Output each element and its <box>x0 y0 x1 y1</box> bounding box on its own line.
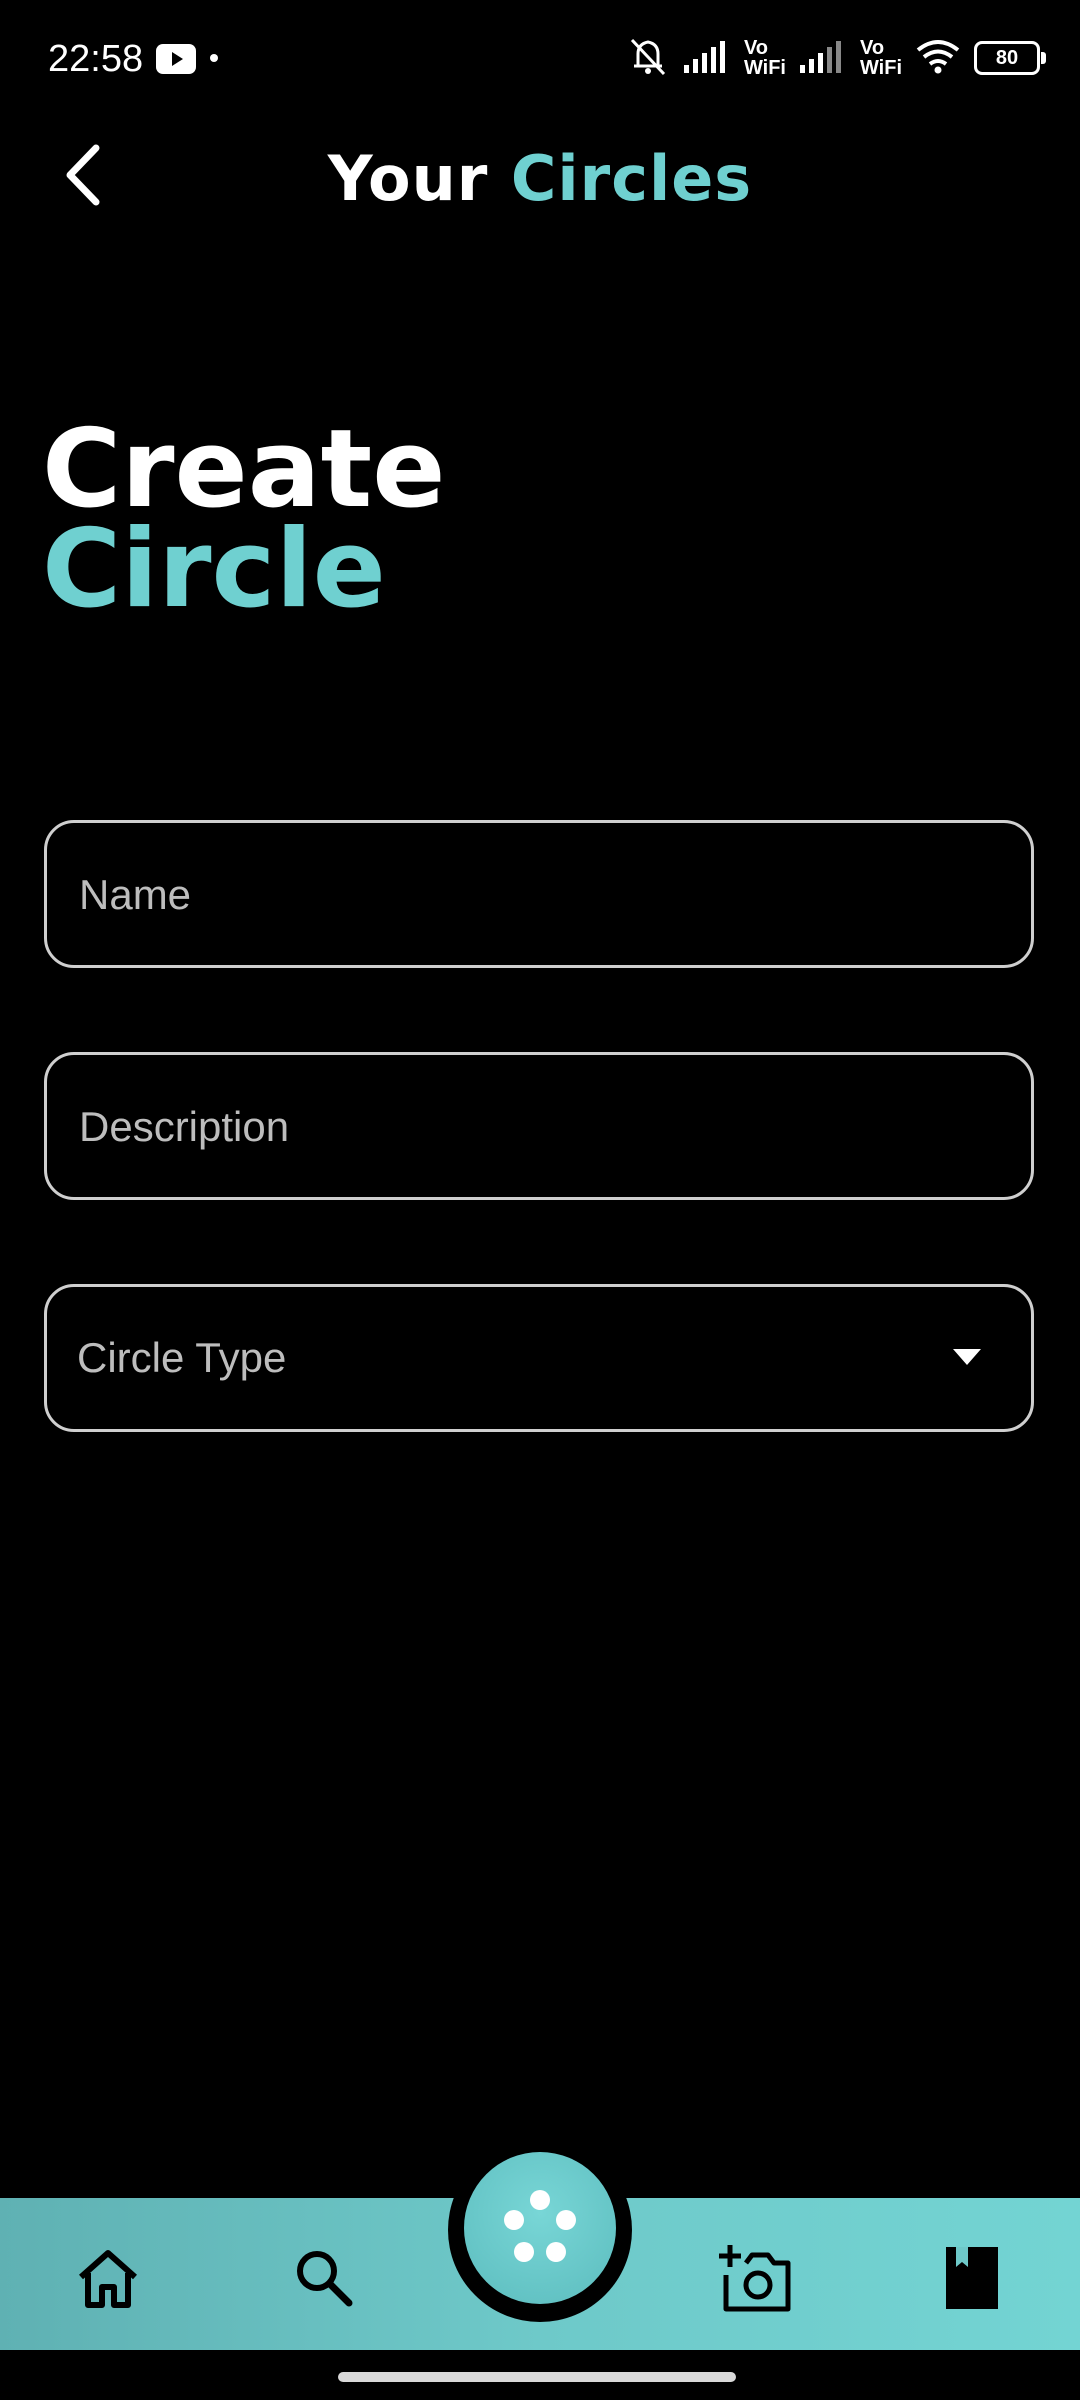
battery-indicator: 80 <box>974 41 1046 75</box>
description-input[interactable] <box>77 1055 981 1199</box>
circles-fab-button[interactable] <box>464 2152 616 2304</box>
signal-icon-2 <box>798 39 848 78</box>
page-title: Your Circles <box>0 142 1080 215</box>
nav-home[interactable] <box>68 2238 148 2318</box>
vowifi-label-2: Vo WiFi <box>859 37 902 79</box>
caret-down-icon <box>951 1347 983 1372</box>
notification-dot <box>210 54 218 62</box>
name-field[interactable] <box>44 820 1034 968</box>
signal-icon-1 <box>682 39 732 78</box>
page-title-part2: Circles <box>510 142 753 215</box>
nav-bookmarks[interactable] <box>932 2238 1012 2318</box>
bookmark-icon <box>946 2247 998 2309</box>
wifi-icon <box>914 38 962 79</box>
add-photo-icon <box>719 2245 791 2312</box>
status-time: 22:58 <box>48 38 144 80</box>
circle-type-label: Circle Type <box>77 1334 287 1381</box>
status-bar: 22:58 Vo WiFi Vo WiFi 80 <box>0 0 1080 120</box>
home-icon <box>79 2250 137 2308</box>
circles-icon <box>504 2190 576 2262</box>
create-circle-heading: Create Circle <box>42 407 446 632</box>
mute-icon <box>626 36 670 81</box>
description-field[interactable] <box>44 1052 1034 1200</box>
vowifi-label-1: Vo WiFi <box>743 37 786 79</box>
circle-type-select[interactable]: Circle Type <box>44 1284 1034 1432</box>
search-icon <box>297 2251 353 2307</box>
status-icons: Vo WiFi Vo WiFi 80 <box>626 34 1046 82</box>
heading-line1: Create <box>42 407 446 532</box>
nav-add-photo[interactable] <box>716 2238 796 2318</box>
heading-line2: Circle <box>42 507 386 632</box>
screen: 22:58 Vo WiFi Vo WiFi 80 Your Circles Cr… <box>0 0 1080 2400</box>
name-input[interactable] <box>77 823 981 967</box>
youtube-icon <box>156 44 196 79</box>
home-indicator[interactable] <box>338 2372 736 2382</box>
nav-search[interactable] <box>284 2238 364 2318</box>
page-title-part1: Your <box>327 142 489 215</box>
app-header: Your Circles <box>0 120 1080 230</box>
